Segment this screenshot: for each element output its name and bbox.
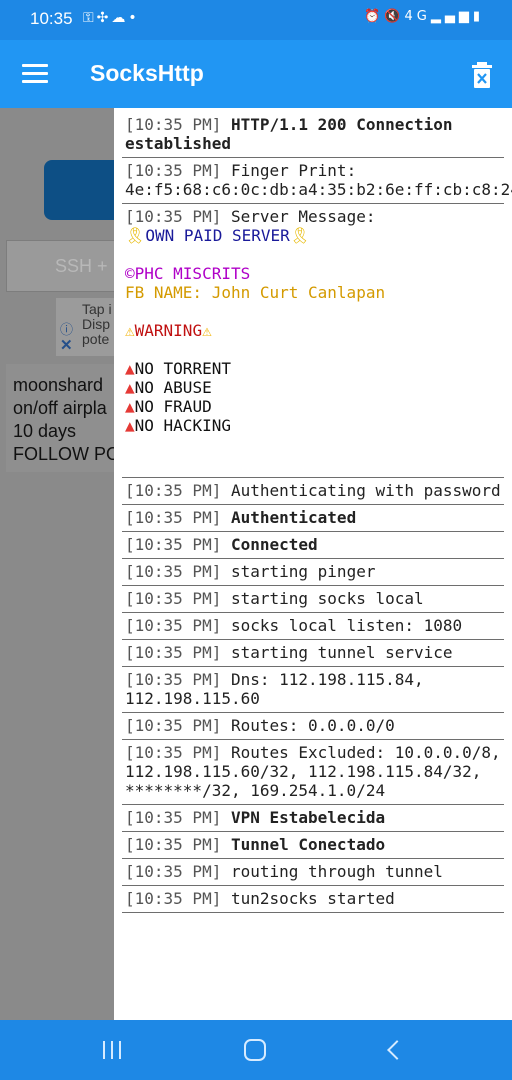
rule-text: NO FRAUD xyxy=(134,397,212,416)
ribbon-icon: 🎗 xyxy=(125,226,146,245)
log-timestamp: [10:35 PM] xyxy=(125,808,222,827)
warning-line: ⚠WARNING⚠ xyxy=(125,321,501,340)
log-timestamp: [10:35 PM] xyxy=(125,115,222,134)
app-bar: SocksHttp xyxy=(0,40,512,108)
log-message: starting socks local xyxy=(230,589,424,608)
alarm-icon: ⏰ xyxy=(364,9,385,24)
log-timestamp: [10:35 PM] xyxy=(125,889,222,908)
log-entry: [10:35 PM] tun2socks started xyxy=(122,886,504,913)
log-message: Routes: 0.0.0.0/0 xyxy=(230,716,395,735)
paid-server-text: OWN PAID SERVER xyxy=(145,226,290,245)
back-icon[interactable] xyxy=(387,1040,407,1060)
log-message: starting tunnel service xyxy=(230,643,453,662)
signal-icon: ▂▄▆ xyxy=(430,9,473,24)
log-entry: [10:35 PM] starting tunnel service xyxy=(122,640,504,667)
log-timestamp: [10:35 PM] xyxy=(125,670,222,689)
fb-name-line: FB NAME: John Curt Canlapan xyxy=(125,283,386,302)
log-timestamp: [10:35 PM] xyxy=(125,643,222,662)
log-entry: [10:35 PM] Dns: 112.198.115.84, 112.198.… xyxy=(122,667,504,713)
log-timestamp: [10:35 PM] xyxy=(125,589,222,608)
warning-text: WARNING xyxy=(134,321,203,340)
warning-icon: ⚠ xyxy=(125,321,135,340)
log-message: Tunnel Conectado xyxy=(230,835,386,854)
cloud-icon: ☁ xyxy=(111,10,129,26)
rule-text: NO TORRENT xyxy=(134,359,231,378)
rule-line: ▲NO ABUSE xyxy=(125,378,501,397)
log-message: tun2socks started xyxy=(230,889,395,908)
log-entry: [10:35 PM] socks local listen: 1080 xyxy=(122,613,504,640)
log-entry: [10:35 PM] Connected xyxy=(122,532,504,559)
log-panel[interactable]: [10:35 PM] HTTP/1.1 200 Connection estab… xyxy=(114,108,512,1020)
log-timestamp: [10:35 PM] xyxy=(125,616,222,635)
triangle-icon: ▲ xyxy=(125,416,135,435)
log-entry: [10:35 PM] HTTP/1.1 200 Connection estab… xyxy=(122,112,504,158)
triangle-icon: ▲ xyxy=(125,359,135,378)
nav-bar xyxy=(0,1020,512,1080)
log-entry: [10:35 PM] Server Message: 🎗OWN PAID SERV… xyxy=(122,204,504,478)
log-message: starting pinger xyxy=(230,562,376,581)
clear-log-icon[interactable] xyxy=(472,62,492,88)
log-timestamp: [10:35 PM] xyxy=(125,562,222,581)
dot-icon: • xyxy=(128,10,140,26)
recents-icon[interactable] xyxy=(100,1038,124,1062)
server-message: 🎗OWN PAID SERVER🎗 ©PHC MISCRITS FB NAME: J… xyxy=(125,226,501,473)
log-entry: [10:35 PM] VPN Estabelecida xyxy=(122,805,504,832)
log-message: Server Message: xyxy=(230,207,376,226)
fan-icon: ✣ xyxy=(96,10,112,26)
paid-server-line: 🎗OWN PAID SERVER🎗 xyxy=(125,226,501,245)
log-entry: [10:35 PM] Tunnel Conectado xyxy=(122,832,504,859)
log-timestamp: [10:35 PM] xyxy=(125,207,222,226)
log-entry: [10:35 PM] routing through tunnel xyxy=(122,859,504,886)
log-timestamp: [10:35 PM] xyxy=(125,716,222,735)
key-icon: ⚿ xyxy=(83,10,97,26)
log-message: Authenticating with password xyxy=(230,481,501,500)
warning-icon: ⚠ xyxy=(202,321,212,340)
ribbon-icon: 🎗 xyxy=(289,226,311,245)
log-entry: [10:35 PM] Finger Print: 4e:f5:68:c6:0c:… xyxy=(122,158,512,204)
rule-text: NO HACKING xyxy=(134,416,231,435)
battery-icon: ▮ xyxy=(472,9,484,24)
phc-line: ©PHC MISCRITS xyxy=(125,264,251,283)
log-timestamp: [10:35 PM] xyxy=(125,743,222,762)
log-message: VPN Estabelecida xyxy=(230,808,386,827)
log-timestamp: [10:35 PM] xyxy=(125,481,222,500)
log-entry: [10:35 PM] Authenticating with password xyxy=(122,478,504,505)
status-icons-left: ⚿✣☁• xyxy=(83,10,140,26)
log-message: routing through tunnel xyxy=(230,862,443,881)
triangle-icon: ▲ xyxy=(125,378,135,397)
app-title: SocksHttp xyxy=(90,60,204,86)
status-time: 10:35 xyxy=(30,9,73,28)
log-entry: [10:35 PM] Routes Excluded: 10.0.0.0/8, … xyxy=(122,740,504,805)
ad-close-icon: ✕ xyxy=(60,337,73,354)
4g-icon: 4G xyxy=(404,9,431,24)
rule-line: ▲NO TORRENT xyxy=(125,359,501,378)
rule-line: ▲NO HACKING xyxy=(125,416,501,435)
triangle-icon: ▲ xyxy=(125,397,135,416)
log-message: socks local listen: 1080 xyxy=(230,616,463,635)
home-icon[interactable] xyxy=(244,1039,266,1061)
rule-text: NO ABUSE xyxy=(134,378,212,397)
log-timestamp: [10:35 PM] xyxy=(125,835,222,854)
rule-line: ▲NO FRAUD xyxy=(125,397,501,416)
log-message: Authenticated xyxy=(230,508,357,527)
status-icons-right: ⏰🔇4G▂▄▆▮ xyxy=(364,9,484,24)
log-timestamp: [10:35 PM] xyxy=(125,161,222,180)
menu-icon[interactable] xyxy=(22,64,48,84)
log-entry: [10:35 PM] Routes: 0.0.0.0/0 xyxy=(122,713,504,740)
log-message: Connected xyxy=(230,535,318,554)
log-entry: [10:35 PM] starting socks local xyxy=(122,586,504,613)
log-timestamp: [10:35 PM] xyxy=(125,535,222,554)
log-timestamp: [10:35 PM] xyxy=(125,862,222,881)
log-entry: [10:35 PM] starting pinger xyxy=(122,559,504,586)
log-timestamp: [10:35 PM] xyxy=(125,508,222,527)
log-entry: [10:35 PM] Authenticated xyxy=(122,505,504,532)
ad-info-icon: ⓘ xyxy=(60,322,74,337)
status-bar: 10:35 ⚿✣☁• ⏰🔇4G▂▄▆▮ xyxy=(0,0,512,40)
mute-icon: 🔇 xyxy=(384,9,405,24)
